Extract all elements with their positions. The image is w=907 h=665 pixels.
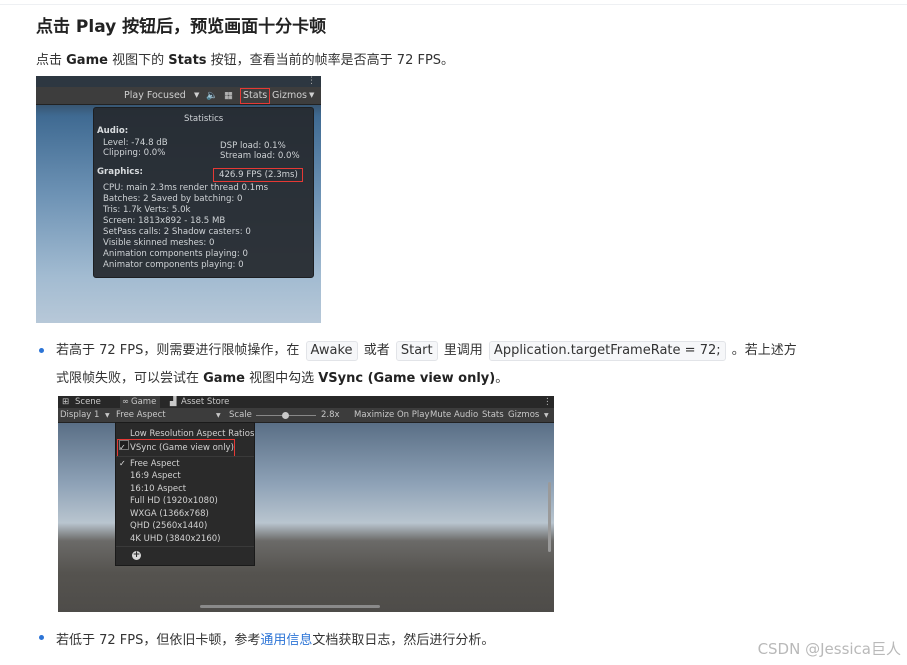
chevron-down-icon: ▼ (216, 412, 221, 419)
menu-item-aspect[interactable]: Full HD (1920x1080) (130, 496, 218, 506)
horizontal-scrollbar[interactable] (200, 605, 380, 608)
bullet-text: 视图中勾选 (244, 371, 319, 386)
intro-stats-bold: Stats (168, 53, 207, 68)
menu-item-aspect[interactable]: 16:9 Aspect (130, 471, 181, 481)
bullet-dot (39, 635, 44, 640)
editor-tab-bar: ⊞ Scene ∞ Game ▟ Asset Store ⋮ (58, 396, 554, 408)
statistics-panel: Statistics Audio: Level: -74.8 dB Clippi… (93, 107, 314, 278)
audio-clipping: Clipping: 0.0% (103, 148, 166, 158)
game-controller-icon: ∞ (122, 397, 130, 407)
mute-audio-button[interactable]: Mute Audio (430, 410, 478, 420)
play-focused-dropdown[interactable]: Play Focused (124, 90, 186, 101)
menu-item-aspect[interactable]: 4K UHD (3840x2160) (130, 534, 220, 544)
batches-stat: Batches: 2 Saved by batching: 0 (103, 194, 243, 204)
fps-highlight-box (213, 168, 303, 182)
add-aspect-icon[interactable]: + (132, 551, 141, 560)
menu-item-aspect[interactable]: Free Aspect (130, 459, 180, 469)
bullet-game-bold: Game (203, 371, 245, 386)
top-divider (0, 4, 907, 5)
bullet-2-line: 若低于 72 FPS，但依旧卡顿，参考通用信息文档获取日志，然后进行分析。 (56, 629, 494, 648)
chevron-down-icon: ▼ (105, 412, 110, 419)
stats-screenshot: ⋮ Play Focused ▼ 🔈 ▦ Stats Gizmos ▼ Stat… (36, 76, 321, 323)
audio-level: Level: -74.8 dB (103, 138, 168, 148)
intro-text: 点击 (36, 53, 67, 68)
game-view-toolbar: Play Focused ▼ 🔈 ▦ Stats Gizmos ▼ (36, 87, 321, 105)
menu-divider (116, 546, 254, 547)
stream-load: Stream load: 0.0% (220, 151, 300, 161)
audio-header: Audio: (97, 126, 129, 136)
panel-title: Statistics (184, 114, 224, 124)
bullet-text: 或者 (363, 343, 390, 358)
vsync-highlight-box (117, 439, 235, 457)
maximize-on-play-button[interactable]: Maximize On Play (354, 410, 429, 420)
general-info-link[interactable]: 通用信息 (260, 633, 312, 648)
bullet-1-line-2: 式限帧失败，可以尝试在 Game 视图中勾选 VSync (Game view … (56, 367, 508, 386)
animator-stat: Animator components playing: 0 (103, 260, 244, 270)
bullet-text: 若低于 72 FPS，但依旧卡顿，参考 (56, 633, 261, 648)
code-awake: Awake (305, 341, 358, 361)
dsp-load: DSP load: 0.1% (220, 141, 286, 151)
menu-item-aspect[interactable]: QHD (2560x1440) (130, 521, 207, 531)
stats-highlight-box (240, 88, 270, 104)
kebab-menu-icon: ⋮ (307, 76, 316, 86)
code-start: Start (395, 341, 438, 361)
bullet-vsync-bold: VSync (Game view only) (318, 371, 496, 386)
kebab-menu-icon[interactable]: ⋮ (543, 397, 552, 407)
aspect-dropdown[interactable]: Free Aspect (116, 410, 166, 420)
scene-grid-icon: ⊞ (62, 397, 70, 407)
bullet-text: 若高于 72 FPS，则需要进行限帧操作，在 (56, 343, 300, 358)
tris-stat: Tris: 1.7k Verts: 5.0k (103, 205, 191, 215)
asset-store-icon: ▟ (170, 397, 177, 407)
menu-item-low-res[interactable]: Low Resolution Aspect Ratios (130, 429, 254, 439)
gizmos-button[interactable]: Gizmos (508, 410, 539, 420)
screen-stat: Screen: 1813x892 - 18.5 MB (103, 216, 226, 226)
chevron-down-icon: ▼ (544, 412, 549, 419)
scale-value: 2.8x (321, 410, 340, 420)
chevron-down-icon: ▼ (309, 91, 315, 99)
csdn-watermark: CSDN @Jessica巨人 (757, 640, 901, 658)
bullet-text: 。若上述方 (731, 343, 797, 358)
intro-text: 按钮，查看当前的帧率是否高于 72 FPS。 (206, 53, 455, 68)
menu-item-aspect[interactable]: 16:10 Aspect (130, 484, 186, 494)
intro-paragraph: 点击 Game 视图下的 Stats 按钮，查看当前的帧率是否高于 72 FPS… (36, 49, 454, 68)
menu-divider (116, 456, 254, 457)
display-dropdown[interactable]: Display 1 (60, 410, 99, 420)
code-target-frame-rate: Application.targetFrameRate = 72; (488, 341, 726, 361)
bullet-text: 文档获取日志，然后进行分析。 (312, 633, 495, 648)
aspect-menu-screenshot: ⊞ Scene ∞ Game ▟ Asset Store ⋮ Display 1… (58, 396, 554, 612)
intro-text: 视图下的 (107, 53, 169, 68)
tab-game[interactable]: Game (131, 397, 156, 407)
setpass-stat: SetPass calls: 2 Shadow casters: 0 (103, 227, 251, 237)
bullet-text: 式限帧失败，可以尝试在 (56, 371, 204, 386)
grid-icon[interactable]: ▦ (224, 90, 233, 101)
aspect-dropdown-menu: Low Resolution Aspect Ratios ✓ VSync (Ga… (115, 422, 255, 566)
game-view-toolbar: Display 1 ▼ Free Aspect ▼ Scale 2.8x Max… (58, 408, 554, 423)
bullet-dot (39, 348, 44, 353)
intro-game-bold: Game (66, 53, 108, 68)
skinned-meshes-stat: Visible skinned meshes: 0 (103, 238, 215, 248)
bullet-1-line-1: 若高于 72 FPS，则需要进行限帧操作，在 Awake 或者 Start 里调… (56, 341, 797, 361)
vertical-scrollbar[interactable] (548, 482, 551, 552)
cpu-stat: CPU: main 2.3ms render thread 0.1ms (103, 183, 269, 193)
tab-scene[interactable]: Scene (75, 397, 101, 407)
stats-button[interactable]: Stats (482, 410, 504, 420)
chevron-down-icon: ▼ (194, 91, 200, 99)
animation-stat: Animation components playing: 0 (103, 249, 248, 259)
bullet-text: 。 (495, 371, 509, 386)
section-heading: 点击 Play 按钮后，预览画面十分卡顿 (36, 17, 327, 37)
tab-asset-store[interactable]: Asset Store (181, 397, 229, 407)
scale-label: Scale (229, 410, 252, 420)
menu-item-aspect[interactable]: WXGA (1366x768) (130, 509, 209, 519)
bullet-text: 里调用 (443, 343, 483, 358)
graphics-header: Graphics: (97, 167, 143, 177)
speaker-icon[interactable]: 🔈 (206, 90, 218, 101)
gizmos-button[interactable]: Gizmos (272, 90, 307, 101)
scale-slider-handle[interactable] (282, 412, 289, 419)
checkmark-icon: ✓ (119, 459, 126, 468)
